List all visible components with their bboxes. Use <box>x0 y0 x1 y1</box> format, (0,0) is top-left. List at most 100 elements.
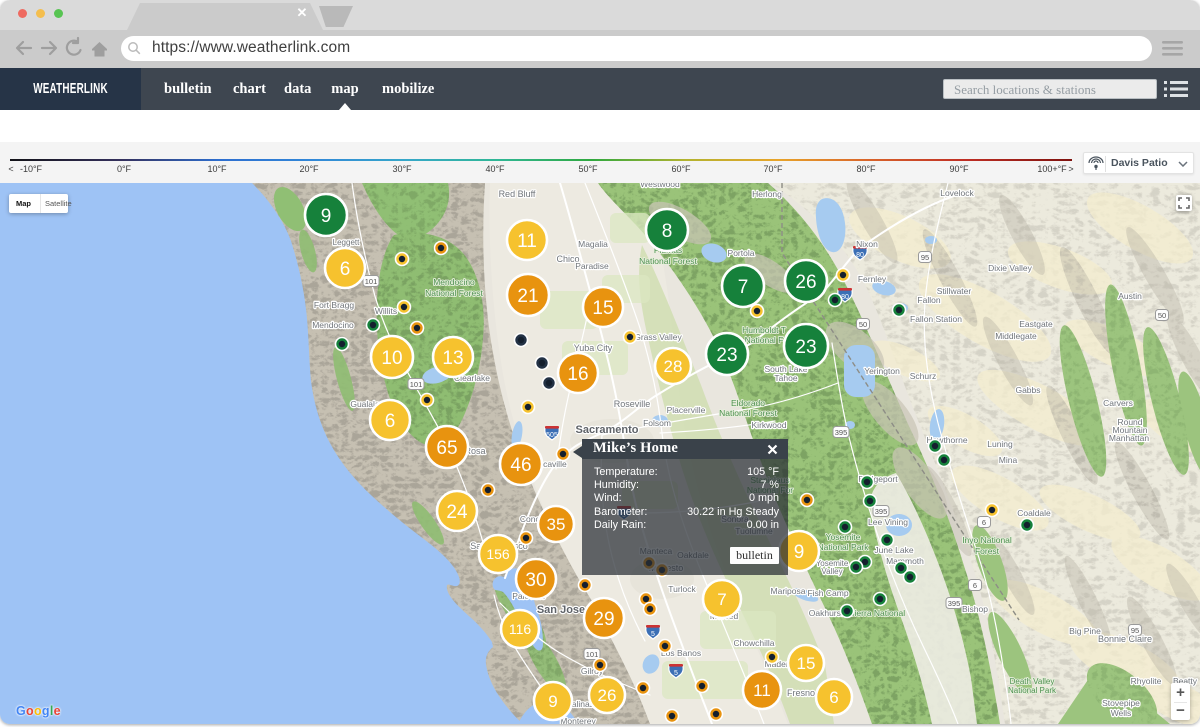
svg-text:Fish Camp: Fish Camp <box>807 588 848 598</box>
svg-text:395: 395 <box>835 428 848 437</box>
svg-text:National Park: National Park <box>817 542 869 552</box>
svg-text:101: 101 <box>365 277 378 286</box>
svg-text:Schurz: Schurz <box>910 371 936 381</box>
svg-text:National Forest: National Forest <box>719 408 777 418</box>
svg-text:6: 6 <box>340 259 351 280</box>
svg-text:156: 156 <box>486 546 510 562</box>
svg-text:Mendocino: Mendocino <box>433 277 475 287</box>
svg-text:95: 95 <box>921 253 929 262</box>
svg-text:Yerington: Yerington <box>864 366 900 376</box>
svg-text:101: 101 <box>586 650 599 659</box>
svg-text:Chowchilla: Chowchilla <box>733 638 774 648</box>
svg-text:National F: National F <box>745 335 784 345</box>
svg-text:6: 6 <box>982 518 986 527</box>
svg-text:29: 29 <box>593 609 614 630</box>
svg-text:Bishop: Bishop <box>962 604 988 614</box>
svg-text:Mariposa: Mariposa <box>771 586 806 596</box>
svg-text:505: 505 <box>546 432 558 439</box>
svg-text:Valley: Valley <box>821 567 842 576</box>
svg-text:6: 6 <box>973 581 977 590</box>
svg-text:Folsom: Folsom <box>643 418 671 428</box>
svg-text:9: 9 <box>321 206 332 227</box>
svg-text:Yuba City: Yuba City <box>574 343 613 353</box>
svg-text:46: 46 <box>510 455 531 476</box>
svg-text:7: 7 <box>738 277 749 298</box>
svg-text:116: 116 <box>509 621 532 637</box>
svg-text:26: 26 <box>795 272 816 293</box>
svg-text:Fresno: Fresno <box>787 688 815 698</box>
svg-text:Fallon: Fallon <box>917 295 940 305</box>
svg-text:30: 30 <box>525 570 546 591</box>
svg-text:10: 10 <box>381 348 402 369</box>
svg-text:Stovepipe: Stovepipe <box>1102 698 1140 708</box>
svg-text:16: 16 <box>567 364 588 385</box>
svg-text:Death Valley: Death Valley <box>1010 677 1055 686</box>
svg-text:San Jose: San Jose <box>537 604 585 616</box>
svg-text:23: 23 <box>716 345 737 366</box>
svg-text:Eastgate: Eastgate <box>1019 319 1053 329</box>
svg-text:Lee Vining: Lee Vining <box>868 517 908 527</box>
svg-text:June Lake: June Lake <box>874 545 913 555</box>
svg-text:13: 13 <box>442 348 463 369</box>
svg-text:50: 50 <box>859 320 867 329</box>
svg-text:Dixie Valley: Dixie Valley <box>988 263 1033 273</box>
svg-text:Carvers: Carvers <box>1103 398 1133 408</box>
svg-text:Leggett: Leggett <box>333 238 360 247</box>
svg-text:National Forest: National Forest <box>639 256 697 266</box>
svg-text:National Forest: National Forest <box>425 288 483 298</box>
svg-text:50: 50 <box>1158 311 1166 320</box>
svg-text:Oakhurst: Oakhurst <box>809 608 844 618</box>
svg-text:80: 80 <box>856 252 864 259</box>
svg-text:Herlong: Herlong <box>752 189 782 199</box>
svg-text:5: 5 <box>674 670 678 677</box>
svg-text:8: 8 <box>662 221 673 242</box>
svg-text:26: 26 <box>598 686 617 705</box>
svg-text:Fernley: Fernley <box>858 274 887 284</box>
svg-text:Magalia: Magalia <box>578 239 608 249</box>
svg-text:Inyo National: Inyo National <box>962 535 1012 545</box>
svg-text:Humboldt T: Humboldt T <box>742 325 786 335</box>
svg-text:101: 101 <box>410 380 423 389</box>
svg-text:Gabbs: Gabbs <box>1015 385 1040 395</box>
svg-text:National Park: National Park <box>1008 686 1057 695</box>
svg-text:Tahoe: Tahoe <box>774 373 797 383</box>
svg-text:Westwood: Westwood <box>640 183 680 189</box>
svg-text:Lovelock: Lovelock <box>940 188 974 198</box>
svg-text:Austin: Austin <box>1118 291 1142 301</box>
svg-text:Sacramento: Sacramento <box>576 424 639 436</box>
svg-text:11: 11 <box>753 681 771 700</box>
svg-text:Roseville: Roseville <box>614 399 651 409</box>
svg-text:15: 15 <box>592 298 613 319</box>
svg-text:Fallon Station: Fallon Station <box>910 314 962 324</box>
svg-text:Paradise: Paradise <box>575 261 609 271</box>
svg-text:6: 6 <box>829 688 838 707</box>
svg-text:395: 395 <box>875 507 888 516</box>
svg-text:Turlock: Turlock <box>668 584 696 594</box>
svg-text:Mina: Mina <box>999 455 1018 465</box>
svg-text:5: 5 <box>651 631 655 638</box>
svg-text:Placerville: Placerville <box>667 405 706 415</box>
svg-text:Eldorado: Eldorado <box>731 398 765 408</box>
svg-text:9: 9 <box>548 692 557 711</box>
svg-text:7: 7 <box>717 590 726 609</box>
svg-text:Stillwater: Stillwater <box>937 286 972 296</box>
svg-text:11: 11 <box>517 231 537 252</box>
svg-text:Red Bluff: Red Bluff <box>499 189 536 199</box>
svg-text:Mendocino: Mendocino <box>312 320 354 330</box>
svg-text:Fort Bragg: Fort Bragg <box>314 300 354 310</box>
svg-text:Bonnie Claire: Bonnie Claire <box>1098 634 1152 644</box>
svg-text:Middlegate: Middlegate <box>995 331 1037 341</box>
svg-text:Coaldale: Coaldale <box>1017 508 1051 518</box>
svg-text:Willits: Willits <box>375 306 397 316</box>
svg-text:395: 395 <box>948 599 961 608</box>
svg-text:Forest: Forest <box>975 546 1000 556</box>
svg-text:Portola: Portola <box>728 248 755 258</box>
svg-text:15: 15 <box>797 654 816 673</box>
svg-text:Wells: Wells <box>1111 708 1132 718</box>
svg-text:24: 24 <box>446 502 468 523</box>
svg-text:Nixon: Nixon <box>856 239 878 249</box>
svg-text:9: 9 <box>794 542 805 563</box>
svg-text:21: 21 <box>517 286 538 307</box>
svg-text:Sierra National: Sierra National <box>849 608 905 618</box>
svg-text:Grass Valley: Grass Valley <box>634 332 682 342</box>
